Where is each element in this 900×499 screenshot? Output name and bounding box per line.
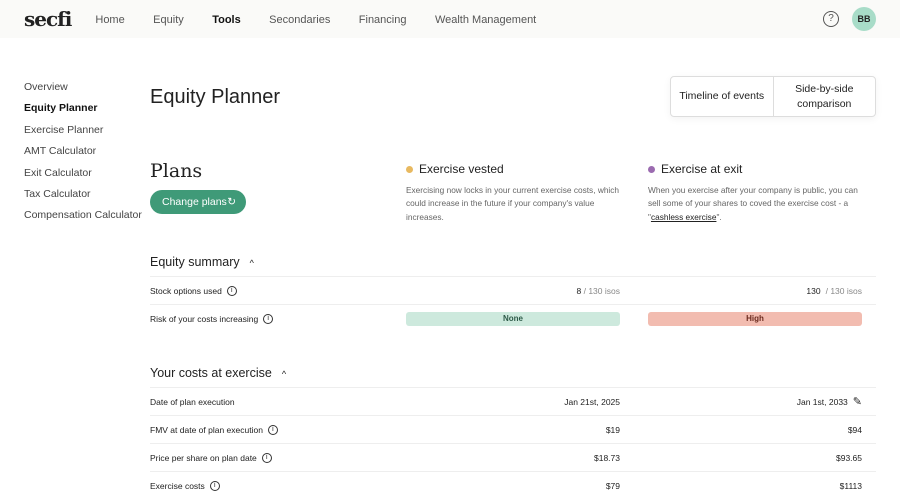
costs-title: Your costs at exercise — [150, 366, 272, 380]
options-used-vested: 8 — [576, 285, 582, 296]
equity-summary-title: Equity summary — [150, 255, 240, 269]
sidebar-item-exercise-planner[interactable]: Exercise Planner — [24, 124, 142, 145]
info-icon[interactable]: i — [209, 480, 220, 491]
pencil-icon[interactable]: ✎ — [853, 395, 862, 408]
refresh-icon: ↻ — [227, 196, 236, 208]
row-label: FMV at date of plan execution — [150, 424, 263, 435]
table-row: FMV at date of plan execution i $19 $94 — [150, 415, 876, 443]
row-label: Price per share on plan date — [150, 452, 257, 463]
table-row: Exercise costs i $79 $1113 — [150, 471, 876, 499]
row-label: Exercise costs — [150, 480, 205, 491]
value-exit: $93.65 — [836, 452, 862, 463]
plan-exit: Exercise at exit When you exercise after… — [648, 162, 863, 224]
nav-wealth-management[interactable]: Wealth Management — [435, 14, 536, 26]
timeline-view-button[interactable]: Timeline of events — [671, 77, 773, 116]
equity-summary-header[interactable]: Equity summary ^ — [150, 255, 254, 269]
nav-secondaries[interactable]: Secondaries — [269, 14, 330, 26]
chevron-up-icon[interactable]: ^ — [250, 258, 254, 268]
risk-badge-vested: None — [406, 311, 620, 326]
info-icon[interactable]: i — [267, 424, 278, 435]
table-row: Date of plan execution Jan 21st, 2025 Ja… — [150, 387, 876, 415]
row-label: Date of plan execution — [150, 396, 235, 407]
value-exit: Jan 1st, 2033 — [796, 396, 848, 407]
table-row: Price per share on plan date i $18.73 $93… — [150, 443, 876, 471]
value-exit: $1113 — [839, 480, 862, 491]
sidebar-item-exit-calculator[interactable]: Exit Calculator — [24, 167, 142, 188]
sidebar-item-compensation-calculator[interactable]: Compensation Calculator — [24, 209, 142, 230]
options-total: / 130 isos — [825, 285, 862, 296]
change-plans-label: Change plans — [162, 196, 227, 208]
exit-desc: When you exercise after your company is … — [648, 184, 863, 224]
page-title: Equity Planner — [150, 86, 281, 108]
view-toggle: Timeline of events Side-by-side comparis… — [670, 76, 876, 117]
top-nav: secfi Home Equity Tools Secondaries Fina… — [0, 0, 900, 38]
sidebar-item-equity-planner[interactable]: Equity Planner — [24, 102, 142, 123]
risk-badge-exit: High — [648, 311, 862, 326]
plan-vested: Exercise vested Exercising now locks in … — [406, 162, 621, 224]
vested-dot-icon — [406, 165, 413, 173]
info-icon[interactable]: i — [261, 452, 272, 463]
plans-heading: Plans — [150, 160, 203, 182]
sidebar-item-amt-calculator[interactable]: AMT Calculator — [24, 145, 142, 166]
sidebar-item-tax-calculator[interactable]: Tax Calculator — [24, 188, 142, 209]
options-used-exit: 130 — [806, 285, 821, 296]
table-row: Stock options used i 8 / 130 isos 130 / 13… — [150, 276, 876, 304]
nav-home[interactable]: Home — [95, 14, 124, 26]
sidebar: Overview Equity Planner Exercise Planner… — [24, 81, 142, 231]
costs-header[interactable]: Your costs at exercise ^ — [150, 366, 286, 380]
exit-desc-end: ". — [716, 211, 722, 222]
nav-tools[interactable]: Tools — [212, 14, 241, 26]
row-label: Stock options used — [150, 285, 222, 296]
value-vested: Jan 21st, 2025 — [564, 396, 620, 407]
help-icon[interactable]: ? — [823, 11, 839, 27]
value-vested: $19 — [605, 424, 620, 435]
vested-desc: Exercising now locks in your current exe… — [406, 185, 620, 222]
exit-dot-icon — [648, 165, 655, 173]
avatar[interactable]: BB — [852, 7, 876, 31]
info-icon[interactable]: i — [226, 285, 237, 296]
options-total: / 130 isos — [583, 285, 620, 296]
side-by-side-button[interactable]: Side-by-side comparison — [772, 77, 876, 116]
nav-equity[interactable]: Equity — [153, 14, 184, 26]
chevron-up-icon[interactable]: ^ — [282, 369, 286, 379]
info-icon[interactable]: i — [263, 313, 274, 324]
logo[interactable]: secfi — [24, 7, 72, 31]
sidebar-item-overview[interactable]: Overview — [24, 81, 142, 102]
row-label: Risk of your costs increasing — [150, 313, 259, 324]
value-vested: $18.73 — [594, 452, 620, 463]
vested-title: Exercise vested — [419, 162, 504, 176]
value-exit: $94 — [847, 424, 862, 435]
change-plans-button[interactable]: Change plans ↻ — [150, 190, 246, 214]
nav-financing[interactable]: Financing — [359, 14, 407, 26]
value-vested: $79 — [605, 480, 620, 491]
table-row: Risk of your costs increasing i None High — [150, 304, 876, 332]
exit-title: Exercise at exit — [661, 162, 743, 176]
cashless-exercise-link[interactable]: cashless exercise — [651, 212, 716, 222]
